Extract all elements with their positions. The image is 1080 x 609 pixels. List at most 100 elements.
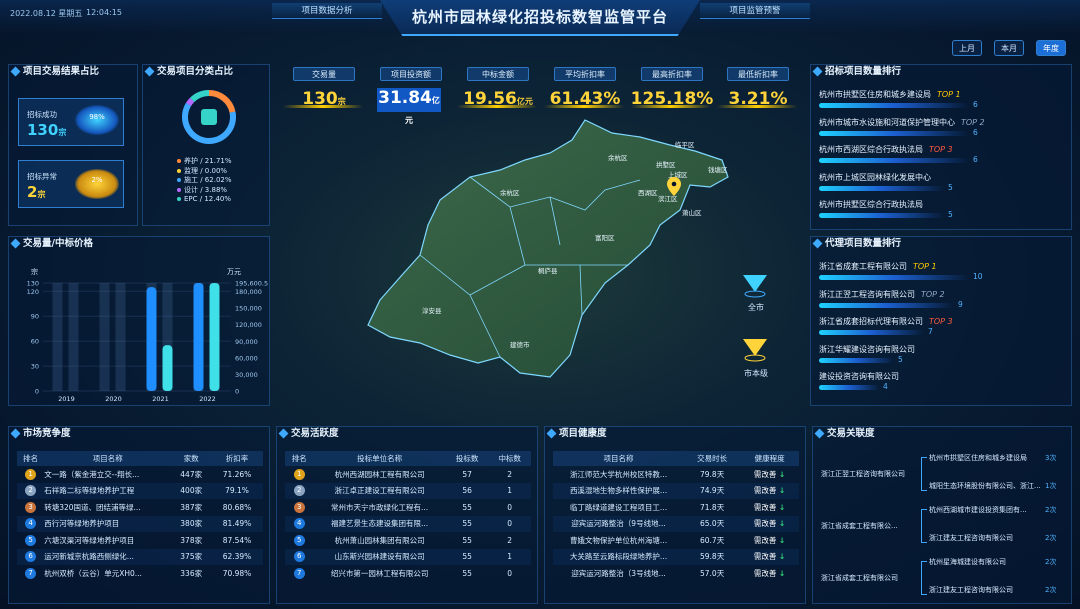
success-card[interactable]: 招标成功 130宗 98% [18,98,124,146]
map-district-label: 西湖区 [638,188,658,197]
table-cell: 六塘汊渠河等绿地养护项目 [44,532,171,549]
y-tick-label: 90 [31,313,39,321]
ranking-item[interactable]: 杭州市拱墅区住房和城乡建设局 TOP 1 6 [819,89,1065,117]
table-row[interactable]: 2 浙江卓正建设工程有限公司 56 1 [285,482,531,499]
cell-text: 浙江师范大学杭州校区特教... [569,469,668,479]
ranking-item[interactable]: 建设投资咨询有限公司 4 [819,371,1065,399]
table-row[interactable]: 4 西行河等绿地养护项目 380家 81.49% [17,515,263,532]
bar-price[interactable] [162,345,173,391]
bar-price[interactable] [209,283,220,391]
health-table: 项目名称 交易时长 健康程度 浙江师范大学杭州校区特教... 79.8天 需改善 ↓… [553,451,799,582]
cell-text: 59.8天 [700,552,725,562]
col-header: 排名 [285,451,314,466]
period-last-month[interactable]: 上月 [952,40,982,56]
ranking-bar [819,302,954,308]
legend-item: 施工 / 62.02% [177,176,232,186]
ranking-item[interactable]: 浙江正翌工程咨询有限公司 TOP 2 9 [819,289,1065,317]
bar-volume[interactable] [193,283,204,391]
cell-text: 杭州西湖园林工程有限公司 [334,469,425,479]
table-cell: 转塘320国道、团结浦等绿... [44,499,171,516]
city-view-button[interactable] [740,272,770,302]
table-row[interactable]: 迎宾运河路整治（3号线地... 57.0天 需改善 ↓ [553,565,799,582]
arrow-down-icon: ↓ [776,535,786,545]
table-row[interactable]: 3 转塘320国道、团结浦等绿... 387家 80.68% [17,499,263,516]
legend-item: 监理 / 0.00% [177,167,232,177]
map-district-label: 临平区 [675,140,695,149]
table-row[interactable]: 6 运河新城京杭路西侧绿化... 375家 62.39% [17,548,263,565]
period-year[interactable]: 年度 [1036,40,1066,56]
table-row[interactable]: 迎宾运河路整治（9号线地... 65.0天 需改善 ↓ [553,515,799,532]
table-row[interactable]: 6 山东斯兴园林建设有限公司 55 1 [285,548,531,565]
cell-text: 80.68% [222,502,252,512]
cell-text: 81.49% [222,519,252,529]
relation-target: 杭州市拱墅区住房和城乡建设局 [929,454,1027,462]
ranking-item[interactable]: 杭州市拱墅区综合行政执法局 5 [819,199,1065,227]
ranking-bar [819,385,879,390]
table-cell: 浙江卓正建设工程有限公司 [313,482,446,499]
ranking-name-text: 杭州市西湖区综合行政执法局 [819,145,923,154]
relation-group[interactable]: 浙江省成套工程有限公司 杭州星海城建设有限公司 2次 浙江建友工程咨询有限公司 2次 [817,553,1069,603]
table-row[interactable]: 西溪湿地生物多样性保护展... 74.9天 需改善 ↓ [553,482,799,499]
relation-count: 2次 [1045,586,1057,594]
relation-group[interactable]: 浙江省成套工程有限公... 杭州西湖城市建设投资集团有... 2次 浙江建友工程咨询有… [817,501,1069,551]
table-cell: 6 [17,548,45,565]
ranking-item-name: 杭州市城市水设施和河道保护管理中心 TOP 2 [819,117,1065,128]
ranking-item[interactable]: 浙江华耀建设咨询有限公司 5 [819,344,1065,372]
map-region-outline [367,119,729,378]
success-pct: 98% [89,113,105,121]
city-level-button[interactable] [740,336,770,366]
period-this-month[interactable]: 本月 [994,40,1024,56]
fail-card[interactable]: 招标异常 2宗 2% [18,160,124,208]
ranking-bar [819,213,944,218]
nav-tab-data-analysis[interactable]: 项目数据分析 [272,3,382,19]
ranking-item[interactable]: 浙江省成套招标代理有限公司 TOP 37 [819,316,1065,344]
ranking-name-text: 建设投资咨询有限公司 [819,372,899,381]
cell-text: 57.0天 [700,568,725,578]
y-tick-label: 30 [31,363,39,371]
volume-chart-svg: 0 30 60 90 120130 0 30,000 60,000 90,000 120,000 1… [27,280,269,404]
ranking-item-name: 浙江华耀建设咨询有限公司 [819,344,1065,355]
table-row[interactable]: 曹娥文物保护单位杭州海塘... 60.7天 需改善 ↓ [553,532,799,549]
cell-text: 需改善 [753,469,777,479]
ranking-item[interactable]: 杭州市西湖区综合行政执法局 TOP 3 6 [819,144,1065,172]
table-cell: 56 [445,482,489,499]
table-row[interactable]: 临丁路绿道建设工程项目工... 71.8天 需改善 ↓ [553,499,799,516]
relation-group[interactable]: 浙江正翌工程咨询有限公司 杭州市拱墅区住房和城乡建设局 3次 城阳生态环境股份有限公司… [817,449,1069,499]
legend-dot [177,159,181,163]
rank-badge-icon: 2 [293,485,305,497]
relation-count: 2次 [1045,534,1057,542]
cell-text: 55 [462,552,472,562]
ranking-item[interactable]: 杭州市城市水设施和河道保护管理中心 TOP 26 [819,117,1065,145]
kpi-label: 最高折扣率 [641,67,703,81]
header-date: 2022.08.12 星期五 [10,9,83,18]
table-row[interactable]: 5 杭州萧山园林集团有限公司 55 2 [285,532,531,549]
table-cell: 0 [488,499,531,516]
table-row[interactable]: 2 石祥路二标等绿地养护工程 400家 79.1% [17,482,263,499]
cell-text: 石祥路二标等绿地养护工程 [44,486,135,496]
table-row[interactable]: 浙江师范大学杭州校区特教... 79.8天 需改善 ↓ [553,466,799,483]
table-row[interactable]: 5 六塘汊渠河等绿地养护项目 378家 87.54% [17,532,263,549]
kpi-label: 最低折扣率 [727,67,789,81]
table-cell: 0 [488,565,531,582]
cell-text: 2 [507,535,513,545]
y2-tick-label: 120,000 [235,321,262,329]
table-row[interactable]: 大关路至云路标段绿地养护... 59.8天 需改善 ↓ [553,548,799,565]
legend-label: 监理 / 0.00% [184,166,228,175]
ranking-item[interactable]: 杭州市上城区园林绿化发展中心 5 [819,172,1065,200]
table-cell: 需改善 ↓ [740,466,799,483]
table-row[interactable]: 7 绍兴市第一园林工程有限公司 55 0 [285,565,531,582]
arrow-down-icon: ↓ [776,486,786,496]
table-row[interactable]: 3 常州市天宁市政绿化工程有... 55 0 [285,499,531,516]
ranking-item[interactable]: 浙江省成套工程有限公司 TOP 1 10 [819,261,1065,289]
legend-label: 养护 / 21.71% [184,157,232,165]
bar-volume[interactable] [146,287,157,391]
table-row[interactable]: 1 杭州西湖园林工程有限公司 57 2 [285,466,531,483]
table-cell: 需改善 ↓ [740,548,799,565]
ranking-count: 10 [973,272,983,281]
ranking-name-text: 杭州市城市水设施和河道保护管理中心 [819,117,955,127]
table-row[interactable]: 4 福建艺景生态建设集团有限... 55 0 [285,515,531,532]
hangzhou-map[interactable]: 余杭区 临平区 钱塘区 西湖区 上城区 滨江区 萧山区 富阳区 淳安县 桐庐县 … [350,115,780,385]
table-row[interactable]: 1 文一路（紫金港立交--翔长... 447家 71.26% [17,466,263,483]
nav-tab-warning[interactable]: 项目监管预警 [700,3,810,19]
table-row[interactable]: 7 杭州双桥（云谷）单元XH0... 336家 70.98% [17,565,263,582]
